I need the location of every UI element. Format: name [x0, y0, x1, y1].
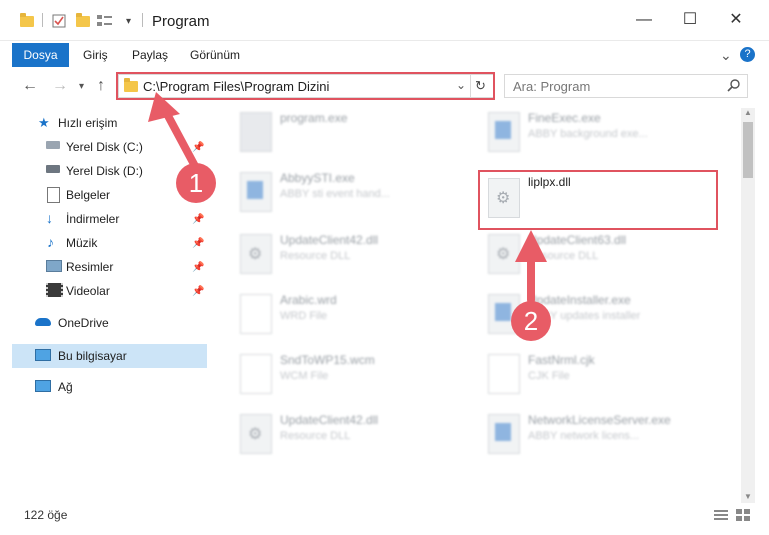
- step-badge-2: 2: [511, 301, 551, 341]
- annotation-arrows: [148, 92, 547, 304]
- arrow-2-head: [515, 230, 547, 262]
- arrow-1-shaft: [162, 108, 200, 172]
- step-badge-1: 1: [176, 163, 216, 203]
- arrow-1-head: [148, 92, 180, 122]
